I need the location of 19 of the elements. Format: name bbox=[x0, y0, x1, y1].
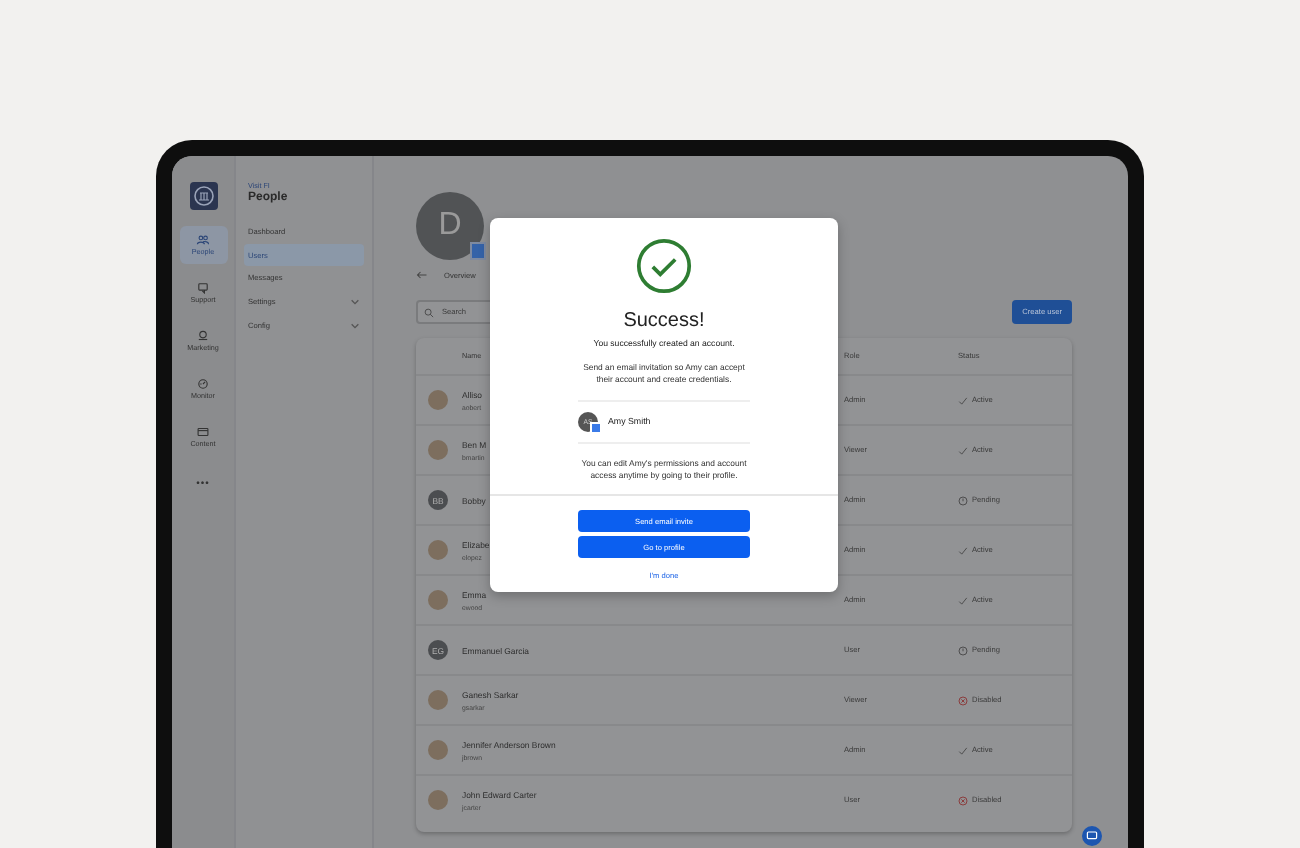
chat-bubble-icon bbox=[196, 282, 210, 294]
photo-placeholder bbox=[428, 390, 448, 410]
photo-placeholder bbox=[428, 540, 448, 560]
logo-icon bbox=[189, 182, 217, 210]
photo-placeholder bbox=[428, 790, 448, 810]
search-icon bbox=[424, 307, 434, 317]
badge-icon bbox=[590, 421, 602, 434]
photo-placeholder bbox=[428, 740, 448, 760]
photo-placeholder bbox=[428, 690, 448, 710]
dialog-title: Success! bbox=[623, 310, 705, 332]
people-icon bbox=[196, 234, 210, 246]
window-icon bbox=[196, 426, 210, 438]
gauge-icon bbox=[196, 378, 210, 390]
photo-placeholder bbox=[428, 590, 448, 610]
badge-icon bbox=[470, 242, 486, 260]
checkmark-icon bbox=[636, 238, 692, 294]
chat-icon[interactable] bbox=[1082, 826, 1102, 846]
photo-placeholder bbox=[428, 440, 448, 460]
profile-avatar: D bbox=[416, 192, 484, 260]
